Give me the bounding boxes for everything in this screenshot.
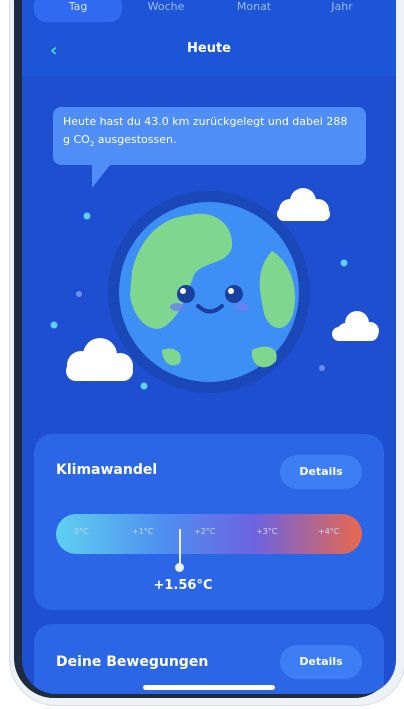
tab-year[interactable]: Jahr [298,0,386,22]
temperature-marker-dot [175,563,184,572]
eye-right [225,285,243,303]
scale-tick: 0°C [74,527,89,536]
temperature-value: +1.56°C [153,578,213,593]
summary-bubble: Heute hast du 43.0 km zurückgelegt und d… [53,107,366,165]
page-title: Heute [187,41,231,56]
sparkle-icon [319,365,325,371]
tab-month[interactable]: Monat [210,0,298,22]
eye-left [177,285,195,303]
scale-tick: +2°C [194,527,216,536]
climate-title: Klimawandel [56,462,158,478]
cloud-icon [277,188,330,221]
scale-tick: +4°C [318,527,340,536]
temperature-marker [179,529,181,567]
app-screen: Tag Woche Monat Jahr ‹ Heute Heute hast … [22,0,396,694]
scale-tick: +3°C [256,527,278,536]
scale-tick: +1°C [132,527,154,536]
movements-card: Deine Bewegungen Details [34,624,384,694]
tab-week[interactable]: Woche [122,0,210,22]
cheek [170,303,184,311]
sparkle-icon [50,321,58,329]
cheek [235,303,249,311]
co2-label: CO [73,133,90,146]
movements-title: Deine Bewegungen [56,654,209,670]
sparkle-icon [83,212,91,220]
sparkle-icon [340,259,348,267]
climate-details-button[interactable]: Details [280,455,362,489]
period-tabs: Tag Woche Monat Jahr [22,0,396,22]
sparkle-icon [76,291,82,297]
tab-day[interactable]: Tag [34,0,122,22]
cloud-icon [332,311,379,341]
sparkle-icon [140,382,148,390]
summary-text-after: ausgestossen. [94,133,177,146]
movements-details-button[interactable]: Details [280,645,362,679]
home-indicator [143,685,275,690]
climate-card: Klimawandel Details 0°C +1°C +2°C +3°C +… [34,434,384,610]
temperature-scale: 0°C +1°C +2°C +3°C +4°C [56,514,362,554]
earth-illustration [50,188,379,393]
